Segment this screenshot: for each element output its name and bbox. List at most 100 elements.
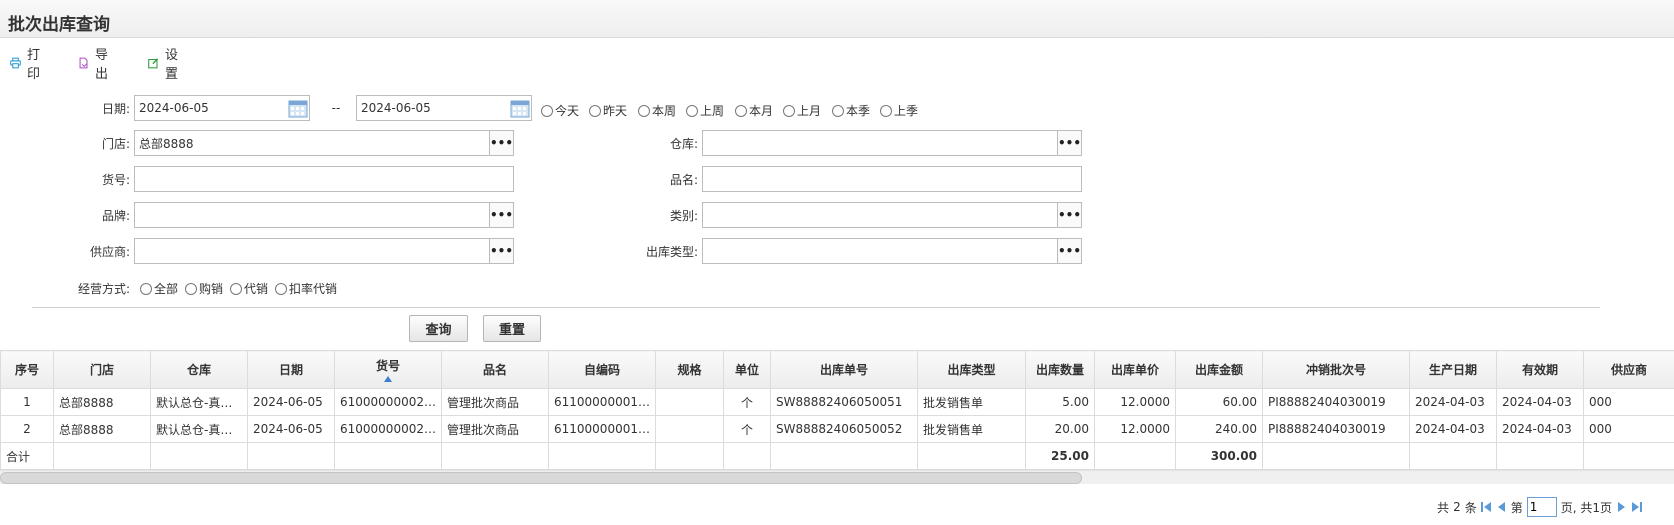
next-page-icon[interactable]: [1616, 501, 1627, 513]
table-cell: [770, 442, 918, 470]
date-range-today[interactable]: 今天: [541, 102, 579, 119]
first-page-icon[interactable]: [1480, 501, 1492, 513]
table-cell: SW88882406050052: [770, 415, 918, 443]
column-header[interactable]: 出库金额: [1175, 350, 1263, 389]
table-row[interactable]: 1 总部8888 默认总仓-真默... 2024-06-05 610000000…: [0, 388, 1674, 416]
date-range-last-quarter[interactable]: 上季: [880, 102, 918, 119]
column-header[interactable]: 出库类型: [917, 350, 1026, 389]
page-number-input[interactable]: [1526, 497, 1557, 517]
supplier-picker-button[interactable]: •••: [489, 239, 513, 263]
column-header[interactable]: 仓库: [150, 350, 248, 389]
radio-circle: [140, 282, 152, 295]
date-range-last-week[interactable]: 上周: [686, 102, 724, 119]
column-header[interactable]: 品名: [441, 350, 549, 389]
table-cell: 6100000000254: [334, 415, 442, 443]
brand-input[interactable]: [135, 203, 489, 227]
product-field[interactable]: [702, 166, 1082, 192]
supplier-field[interactable]: •••: [134, 238, 514, 264]
radio-circle: [230, 282, 242, 295]
query-button[interactable]: 查询: [409, 315, 468, 342]
scrollbar-thumb[interactable]: [0, 472, 1082, 484]
print-button[interactable]: 打印: [10, 44, 45, 82]
reset-button[interactable]: 重置: [483, 315, 541, 342]
radio-label: 昨天: [603, 104, 628, 118]
last-page-icon[interactable]: [1631, 501, 1642, 513]
table-cell: [655, 388, 724, 416]
category-picker-button[interactable]: •••: [1057, 203, 1081, 227]
column-header[interactable]: 冲销批次号: [1262, 350, 1410, 389]
title-bar: 批次出库查询: [0, 0, 1674, 38]
date-from-field[interactable]: [134, 95, 310, 121]
column-header-sorted[interactable]: 货号: [334, 350, 442, 389]
mode-all[interactable]: 全部: [140, 280, 178, 297]
warehouse-field[interactable]: •••: [702, 130, 1082, 156]
out-type-field[interactable]: •••: [702, 238, 1082, 264]
store-field[interactable]: •••: [134, 130, 514, 156]
column-header[interactable]: 门店: [53, 350, 151, 389]
column-header[interactable]: 生产日期: [1409, 350, 1497, 389]
date-to-input[interactable]: [357, 96, 531, 120]
sku-input[interactable]: [135, 167, 513, 191]
calendar-icon[interactable]: [288, 98, 308, 118]
date-range-last-month[interactable]: 上月: [783, 102, 821, 119]
table-row[interactable]: 2 总部8888 默认总仓-真默... 2024-06-05 610000000…: [0, 415, 1674, 443]
table-cell: 5.00: [1025, 388, 1095, 416]
prev-page-icon[interactable]: [1496, 501, 1507, 513]
table-cell: SW88882406050051: [770, 388, 918, 416]
radio-circle: [783, 104, 795, 117]
export-button[interactable]: 导出: [78, 44, 113, 82]
radio-label: 上季: [894, 104, 919, 118]
product-input[interactable]: [703, 167, 1081, 191]
table-cell: 总部8888: [53, 388, 151, 416]
column-header[interactable]: 单位: [723, 350, 771, 389]
column-header[interactable]: 序号: [0, 350, 54, 389]
column-header[interactable]: 规格: [655, 350, 724, 389]
radio-circle: [185, 282, 197, 295]
brand-picker-button[interactable]: •••: [489, 203, 513, 227]
date-from-input[interactable]: [135, 96, 309, 120]
table-cell: 2024-04-03: [1409, 388, 1497, 416]
store-input[interactable]: [135, 131, 489, 155]
column-header[interactable]: 有效期: [1496, 350, 1584, 389]
date-to-field[interactable]: [356, 95, 532, 121]
calendar-icon[interactable]: [510, 98, 530, 118]
category-field[interactable]: •••: [702, 202, 1082, 228]
supplier-input[interactable]: [135, 239, 489, 263]
date-range-this-quarter[interactable]: 本季: [832, 102, 870, 119]
column-header[interactable]: 日期: [247, 350, 335, 389]
table-cell: [247, 442, 335, 470]
out-type-label: 出库类型:: [645, 245, 698, 259]
mode-purchase-sale[interactable]: 购销: [185, 280, 223, 297]
out-type-picker-button[interactable]: •••: [1057, 239, 1081, 263]
radio-circle: [541, 104, 553, 117]
column-header[interactable]: 供应商: [1583, 350, 1674, 389]
table-cell: 6100000000254: [334, 388, 442, 416]
settings-button[interactable]: 设置: [148, 44, 183, 82]
warehouse-picker-button[interactable]: •••: [1057, 131, 1081, 155]
date-range-this-month[interactable]: 本月: [735, 102, 773, 119]
horizontal-scrollbar[interactable]: [0, 470, 1674, 484]
table-cell: 批发销售单: [917, 415, 1026, 443]
date-range-this-week[interactable]: 本周: [638, 102, 676, 119]
date-range-yesterday[interactable]: 昨天: [589, 102, 627, 119]
out-type-input[interactable]: [703, 239, 1057, 263]
table-header-row: 序号 门店 仓库 日期 货号 品名 自编码 规格 单位 出库单号 出库类型 出库…: [0, 350, 1674, 389]
column-header[interactable]: 出库数量: [1025, 350, 1095, 389]
brand-field[interactable]: •••: [134, 202, 514, 228]
sort-ascending-icon: [384, 376, 392, 382]
column-header[interactable]: 出库单号: [770, 350, 918, 389]
table-cell: 6110000000178: [548, 415, 656, 443]
column-header[interactable]: 出库单价: [1094, 350, 1176, 389]
store-picker-button[interactable]: •••: [489, 131, 513, 155]
column-header[interactable]: 自编码: [548, 350, 656, 389]
warehouse-input[interactable]: [703, 131, 1057, 155]
table-cell: 000: [1583, 388, 1674, 416]
table-cell: [150, 442, 248, 470]
mode-rate-consignment[interactable]: 扣率代销: [275, 280, 337, 297]
category-input[interactable]: [703, 203, 1057, 227]
mode-consignment[interactable]: 代销: [230, 280, 268, 297]
table-cell: [1583, 442, 1674, 470]
printer-icon: [10, 57, 21, 69]
pager-total-suffix: 条: [1464, 500, 1477, 515]
sku-field[interactable]: [134, 166, 514, 192]
